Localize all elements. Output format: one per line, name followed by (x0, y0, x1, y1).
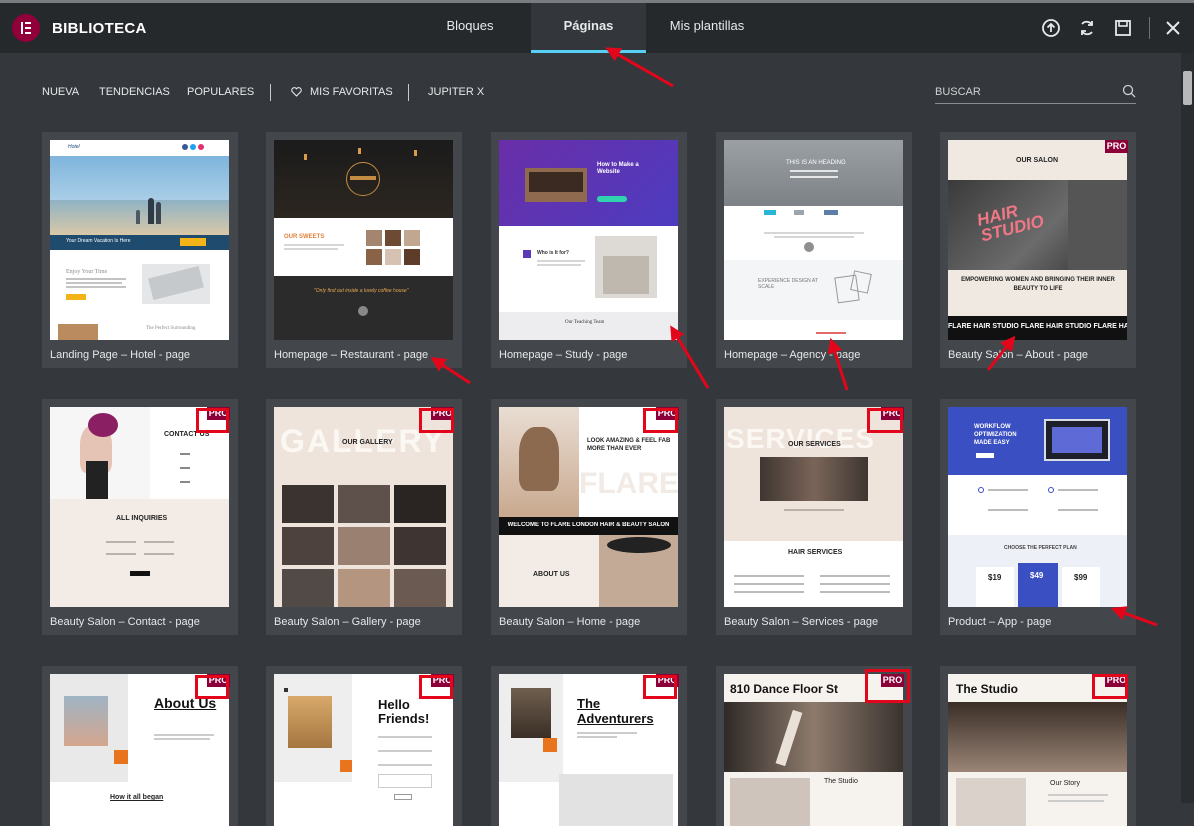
thumb-footer-heading: How it all began (110, 794, 164, 801)
thumb-mid: Our Story (1050, 780, 1080, 787)
filter-nueva[interactable]: NUEVA (42, 86, 79, 98)
thumb-mid: ABOUT US (533, 571, 570, 578)
template-thumbnail: OUR SWEETS "Only find out inside a lovel… (274, 140, 453, 340)
arrow-annotation (605, 47, 674, 88)
template-card[interactable]: WORKFLOW OPTIMIZATION MADE EASY CHOOSE T… (940, 399, 1136, 635)
template-label: Beauty Salon – Home - page (499, 616, 641, 628)
template-label: Beauty Salon – Gallery - page (274, 616, 421, 628)
search-input[interactable] (935, 82, 1115, 102)
thumb-heading: OUR GALLERY (342, 439, 393, 446)
thumb-mid: ALL INQUIRIES (116, 515, 168, 522)
search-box (935, 82, 1136, 104)
thumb-heading: OUR SALON (1016, 157, 1058, 164)
upload-icon[interactable] (1040, 17, 1062, 39)
thumb-mid: The Studio (824, 778, 858, 785)
scrollbar-thumb[interactable] (1183, 71, 1192, 105)
thumb-footer-heading: The Perfect Surrounding (146, 326, 196, 331)
thumb-bg-word: SERVICES (726, 423, 876, 454)
template-card[interactable]: OUR SALON HAIR STUDIO EMPOWERING WOMEN A… (940, 132, 1136, 368)
thumb-ticker: FLARE HAIR STUDIO FLARE HAIR STUDIO FLAR… (948, 323, 1127, 330)
thumb-heading: LOOK AMAZING & FEEL FAB MORE THAN EVER (587, 438, 671, 452)
thumb-banner: WELCOME TO FLARE LONDON HAIR & BEAUTY SA… (507, 522, 670, 528)
thumb-heading: Hello Friends! (378, 697, 430, 726)
thumb-price: $49 (1030, 571, 1044, 580)
thumb-banner: Your Dream Vacation Is Here (66, 238, 131, 244)
pro-highlight-box (419, 408, 454, 433)
template-card[interactable]: SERVICES OUR SERVICES HAIR SERVICES PRO … (716, 399, 912, 635)
filter-divider (408, 84, 409, 101)
template-thumbnail: How to Make a Website Who is It for? Our… (499, 140, 678, 340)
library-header: BIBLIOTECA Bloques Páginas Mis plantilla… (0, 3, 1194, 53)
template-label: Beauty Salon – Services - page (724, 616, 879, 628)
scrollbar[interactable] (1181, 53, 1194, 803)
pro-highlight-box (419, 675, 453, 699)
search-icon[interactable] (1122, 84, 1136, 98)
template-thumbnail: OUR SALON HAIR STUDIO EMPOWERING WOMEN A… (948, 140, 1127, 340)
pro-highlight-box (643, 408, 678, 433)
filter-jupiter-x[interactable]: JUPITER X (428, 86, 484, 98)
tab-mis-plantillas[interactable]: Mis plantillas (662, 3, 752, 53)
thumb-price: $19 (988, 573, 1002, 582)
elementor-logo-icon (12, 14, 40, 42)
thumb-heading: 810 Dance Floor St (730, 682, 839, 696)
template-label: Beauty Salon – Contact - page (50, 616, 200, 628)
template-card[interactable]: Hotel Your Dream Vacation Is Here Enjoy … (42, 132, 238, 368)
pro-highlight-box (196, 408, 229, 433)
filter-divider (270, 84, 271, 101)
thumb-bg-word: FLARE (579, 467, 678, 500)
pro-highlight-box (643, 675, 677, 699)
tab-paginas[interactable]: Páginas (531, 3, 646, 53)
thumb-heading: THIS IS AN HEADING (786, 160, 846, 166)
thumb-footer-heading: Our Teaching Team (565, 320, 605, 325)
template-label: Beauty Salon – About - page (948, 349, 1089, 361)
close-icon[interactable] (1162, 17, 1184, 39)
tab-bloques[interactable]: Bloques (435, 3, 505, 53)
template-label: Landing Page – Hotel - page (50, 349, 191, 361)
app-title: BIBLIOTECA (52, 20, 147, 37)
thumb-heading: OUR SWEETS (284, 234, 325, 240)
thumb-heading: Enjoy Your Time (66, 269, 108, 275)
thumb-quote: "Only find out inside a lovely coffee ho… (314, 288, 409, 294)
pro-highlight-box (1092, 674, 1128, 699)
pro-highlight-box (865, 669, 910, 703)
template-thumbnail: WORKFLOW OPTIMIZATION MADE EASY CHOOSE T… (948, 407, 1127, 607)
thumb-price: $99 (1074, 573, 1088, 582)
template-thumbnail: GALLERY OUR GALLERY (274, 407, 453, 607)
template-card[interactable]: How to Make a Website Who is It for? Our… (491, 132, 687, 368)
template-card[interactable]: CONTACT US ALL INQUIRIES PRO Beauty Salo… (42, 399, 238, 635)
thumb-heading: WORKFLOW OPTIMIZATION MADE EASY (974, 424, 1017, 446)
thumb-heading: The Studio (956, 682, 1018, 696)
filter-tendencias[interactable]: TENDENCIAS (99, 86, 170, 98)
thumb-tagline: EMPOWERING WOMEN AND BRINGING THEIR INNE… (961, 277, 1115, 292)
thumb-heading: How to Make a Website (597, 162, 639, 175)
thumb-heading: The Adventurers (577, 696, 654, 726)
template-thumbnail: CONTACT US ALL INQUIRIES (50, 407, 229, 607)
template-label: Product – App - page (948, 616, 1052, 628)
thumb-mid: EXPERIENCE DESIGN AT SCALE (758, 278, 818, 290)
pro-badge: PRO (1105, 140, 1128, 153)
template-label: Homepage – Restaurant - page (274, 349, 429, 361)
filter-mis-favoritas[interactable]: MIS FAVORITAS (310, 86, 393, 98)
template-label: Homepage – Agency - page (724, 349, 861, 361)
thumb-mid: CHOOSE THE PERFECT PLAN (1004, 545, 1077, 551)
template-thumbnail: LOOK AMAZING & FEEL FAB MORE THAN EVER F… (499, 407, 678, 607)
template-thumbnail: Hotel Your Dream Vacation Is Here Enjoy … (50, 140, 229, 340)
thumb-mid: HAIR SERVICES (788, 549, 843, 556)
sync-icon[interactable] (1076, 17, 1098, 39)
save-icon[interactable] (1112, 17, 1134, 39)
template-thumbnail: SERVICES OUR SERVICES HAIR SERVICES (724, 407, 903, 607)
thumb-mid: Who is It for? (537, 250, 569, 256)
template-label: Homepage – Study - page (499, 349, 628, 361)
header-divider (1149, 17, 1150, 39)
template-card[interactable]: OUR SWEETS "Only find out inside a lovel… (266, 132, 462, 368)
heart-icon[interactable] (291, 87, 302, 97)
template-card[interactable]: THIS IS AN HEADING EXPERIENCE DESIGN AT … (716, 132, 912, 368)
pro-highlight-box (195, 675, 229, 699)
template-thumbnail: THIS IS AN HEADING EXPERIENCE DESIGN AT … (724, 140, 903, 340)
pro-highlight-box (867, 408, 903, 433)
template-card[interactable]: GALLERY OUR GALLERY PRO Beauty Salon – G… (266, 399, 462, 635)
filter-populares[interactable]: POPULARES (187, 86, 254, 98)
thumb-heading: OUR SERVICES (788, 441, 841, 448)
template-card[interactable]: LOOK AMAZING & FEEL FAB MORE THAN EVER F… (491, 399, 687, 635)
